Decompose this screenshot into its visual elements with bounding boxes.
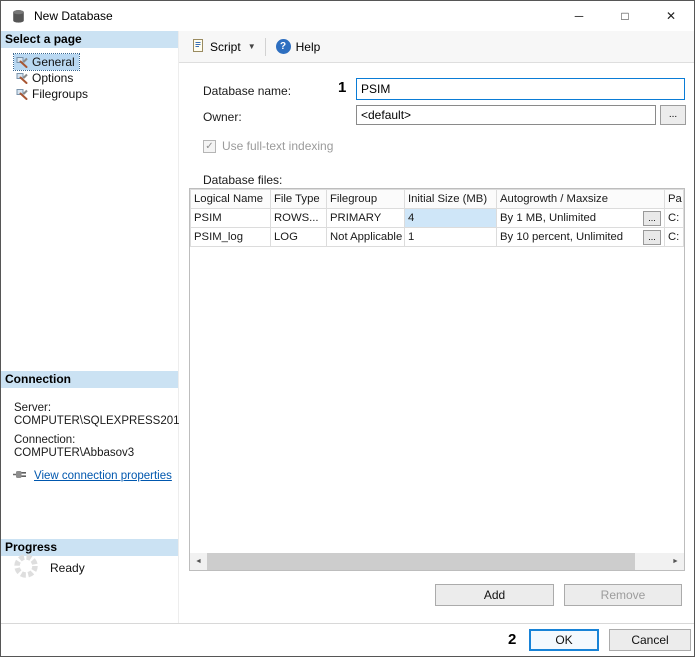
fulltext-label: Use full-text indexing [222, 139, 333, 153]
connection-label: Connection: [14, 434, 75, 446]
cell-file-type[interactable]: ROWS... [271, 209, 327, 228]
page-icon [16, 88, 28, 100]
title-bar: New Database ─ □ ✕ [1, 1, 694, 31]
column-header-path: Pa [665, 190, 684, 209]
annotation-step-2: 2 [508, 631, 516, 648]
autogrowth-browse-button[interactable]: ... [643, 230, 661, 245]
connection-value: COMPUTER\Abbasov3 [14, 447, 134, 459]
help-button[interactable]: ? Help [272, 36, 325, 57]
grid-header-row: Logical Name File Type Filegroup Initial… [191, 190, 684, 209]
sidebar-item-filegroups[interactable]: Filegroups [14, 86, 92, 102]
checkmark-icon: ✓ [205, 141, 213, 152]
database-files-grid: Logical Name File Type Filegroup Initial… [189, 188, 685, 571]
column-header-logical-name: Logical Name [191, 190, 271, 209]
scrollbar-thumb[interactable] [207, 553, 635, 570]
column-header-autogrowth: Autogrowth / Maxsize [497, 190, 665, 209]
view-connection-properties-link[interactable]: View connection properties [34, 470, 172, 482]
horizontal-scrollbar: ◄ ► [190, 553, 684, 570]
page-icon [16, 56, 28, 68]
autogrowth-value: By 1 MB, Unlimited [500, 212, 596, 224]
owner-label: Owner: [203, 110, 242, 124]
maximize-button[interactable]: □ [602, 1, 648, 31]
main-panel: Script ▼ ? Help Database name: 1 Owner: … [179, 31, 694, 623]
cell-autogrowth[interactable]: By 1 MB, Unlimited ... [497, 209, 665, 228]
cell-file-type[interactable]: LOG [271, 228, 327, 247]
general-page-content: Database name: 1 Owner: ... ✓ Use full-t… [179, 63, 694, 623]
column-header-initial-size: Initial Size (MB) [405, 190, 497, 209]
sidebar: Select a page General [1, 31, 179, 623]
close-button[interactable]: ✕ [648, 1, 694, 31]
database-name-input[interactable] [356, 78, 685, 100]
script-dropdown-button[interactable]: ▼ [245, 39, 259, 54]
database-files-label: Database files: [203, 173, 282, 187]
view-connection-properties-row: View connection properties [12, 468, 172, 484]
column-header-file-type: File Type [271, 190, 327, 209]
toolbar: Script ▼ ? Help [179, 31, 694, 63]
select-a-page-header: Select a page [1, 31, 178, 48]
sidebar-item-label: Options [32, 71, 73, 85]
progress-spinner-icon [13, 553, 39, 582]
column-header-filegroup: Filegroup [327, 190, 405, 209]
table-row: PSIM_log LOG Not Applicable 1 By 10 perc… [191, 228, 684, 247]
progress-row: Ready [13, 553, 85, 582]
toolbar-separator [265, 38, 266, 56]
sidebar-item-general[interactable]: General [14, 54, 79, 70]
cell-filegroup[interactable]: PRIMARY [327, 209, 405, 228]
scroll-left-button[interactable]: ◄ [190, 553, 207, 570]
autogrowth-cell-content: By 10 percent, Unlimited ... [500, 230, 661, 245]
server-label: Server: [14, 402, 51, 414]
autogrowth-cell-content: By 1 MB, Unlimited ... [500, 211, 661, 226]
owner-input[interactable] [356, 105, 656, 125]
page-list: General Options [14, 54, 92, 102]
cell-filegroup[interactable]: Not Applicable [327, 228, 405, 247]
help-icon: ? [276, 39, 291, 54]
connection-properties-icon [12, 468, 28, 484]
cell-logical-name[interactable]: PSIM_log [191, 228, 271, 247]
cell-initial-size[interactable]: 4 [405, 209, 497, 228]
window-title: New Database [34, 9, 113, 23]
window-controls: ─ □ ✕ [556, 1, 694, 31]
minimize-icon: ─ [575, 9, 584, 23]
page-icon [16, 72, 28, 84]
add-button[interactable]: Add [435, 584, 554, 606]
cell-logical-name[interactable]: PSIM [191, 209, 271, 228]
cancel-button[interactable]: Cancel [609, 629, 691, 651]
cell-initial-size[interactable]: 1 [405, 228, 497, 247]
cell-path[interactable]: C: [665, 228, 684, 247]
server-value: COMPUTER\SQLEXPRESS2014 [14, 415, 186, 427]
new-database-dialog: New Database ─ □ ✕ Select a page [0, 0, 695, 657]
annotation-step-1: 1 [338, 79, 346, 96]
autogrowth-value: By 10 percent, Unlimited [500, 231, 623, 243]
remove-button: Remove [564, 584, 682, 606]
sidebar-item-label: Filegroups [32, 87, 88, 101]
cell-path[interactable]: C: [665, 209, 684, 228]
database-icon [11, 9, 26, 24]
fulltext-indexing-row: ✓ Use full-text indexing [203, 139, 333, 153]
maximize-icon: □ [621, 9, 628, 23]
cell-autogrowth[interactable]: By 10 percent, Unlimited ... [497, 228, 665, 247]
ok-button[interactable]: OK [529, 629, 599, 651]
sidebar-item-options[interactable]: Options [14, 70, 77, 86]
script-label: Script [210, 40, 241, 54]
help-label: Help [296, 40, 321, 54]
database-name-label: Database name: [203, 84, 291, 98]
table-row: PSIM ROWS... PRIMARY 4 By 1 MB, Unlimite… [191, 209, 684, 228]
script-icon [191, 38, 205, 56]
fulltext-checkbox: ✓ [203, 140, 216, 153]
owner-browse-button[interactable]: ... [660, 105, 686, 125]
dialog-footer: 2 OK Cancel [1, 623, 694, 656]
dialog-body: Select a page General [1, 31, 694, 623]
scroll-left-icon: ◄ [195, 558, 202, 565]
chevron-down-icon: ▼ [248, 42, 256, 51]
script-button[interactable]: Script [187, 35, 245, 59]
sidebar-item-label: General [32, 55, 75, 69]
close-icon: ✕ [666, 9, 676, 23]
scroll-right-button[interactable]: ► [667, 553, 684, 570]
scroll-right-icon: ► [672, 558, 679, 565]
connection-header: Connection [1, 371, 178, 388]
autogrowth-browse-button[interactable]: ... [643, 211, 661, 226]
minimize-button[interactable]: ─ [556, 1, 602, 31]
files-table: Logical Name File Type Filegroup Initial… [190, 189, 684, 247]
progress-status: Ready [50, 561, 85, 575]
